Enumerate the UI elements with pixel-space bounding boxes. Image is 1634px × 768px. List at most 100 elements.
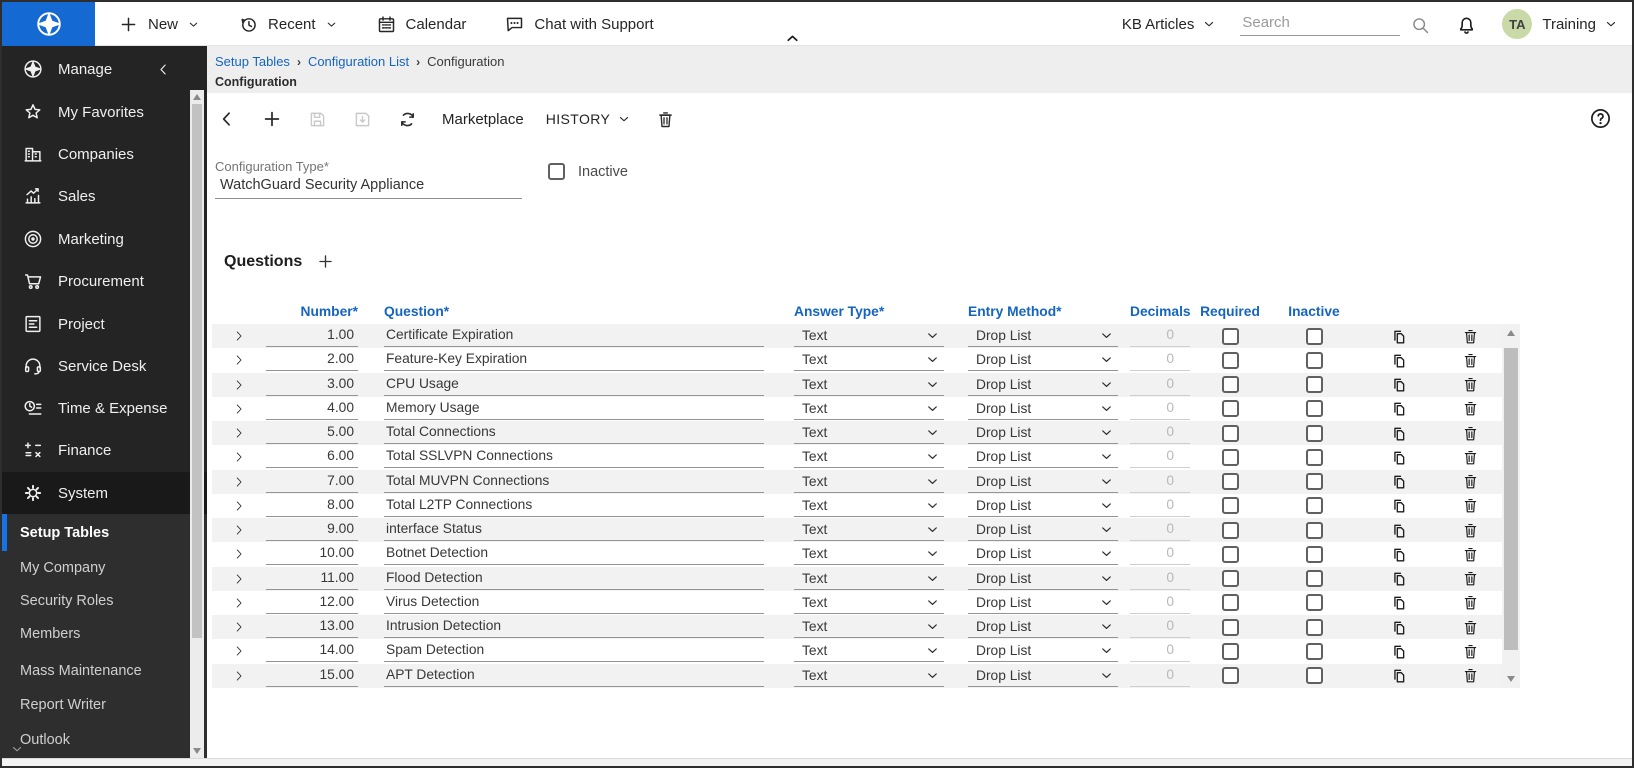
required-checkbox[interactable]	[1222, 400, 1239, 417]
inactive-checkbox[interactable]	[1306, 667, 1323, 684]
row-expander-icon[interactable]	[212, 664, 266, 688]
sidebar-subitem-outlook[interactable]: Outlook	[2, 723, 188, 757]
sidebar-item-sales[interactable]: Sales	[2, 175, 207, 217]
inactive-checkbox[interactable]	[548, 163, 565, 180]
entry-method-select[interactable]: Drop List	[968, 422, 1118, 444]
answer-type-select[interactable]: Text	[794, 640, 944, 662]
question-field[interactable]: Total SSLVPN Connections	[384, 446, 764, 468]
delete-row-button[interactable]	[1438, 567, 1502, 591]
question-field[interactable]: APT Detection	[384, 665, 764, 687]
delete-row-button[interactable]	[1438, 470, 1502, 494]
number-field[interactable]: 10.00	[266, 543, 358, 565]
question-field[interactable]: Virus Detection	[384, 592, 764, 614]
sidebar-item-companies[interactable]: Companies	[2, 133, 207, 175]
number-field[interactable]: 12.00	[266, 592, 358, 614]
copy-row-button[interactable]	[1358, 373, 1438, 397]
entry-method-select[interactable]: Drop List	[968, 568, 1118, 590]
inactive-checkbox[interactable]	[1306, 449, 1323, 466]
row-expander-icon[interactable]	[212, 615, 266, 639]
entry-method-select[interactable]: Drop List	[968, 349, 1118, 371]
required-checkbox[interactable]	[1222, 594, 1239, 611]
answer-type-select[interactable]: Text	[794, 519, 944, 541]
entry-method-select[interactable]: Drop List	[968, 495, 1118, 517]
copy-row-button[interactable]	[1358, 348, 1438, 372]
back-button[interactable]	[217, 109, 237, 129]
kb-articles-menu[interactable]: KB Articles	[1122, 16, 1217, 33]
delete-row-button[interactable]	[1438, 664, 1502, 688]
inactive-checkbox[interactable]	[1306, 594, 1323, 611]
answer-type-select[interactable]: Text	[794, 398, 944, 420]
inactive-checkbox[interactable]	[1306, 570, 1323, 587]
question-field[interactable]: Spam Detection	[384, 640, 764, 662]
sidebar-subitem-mass-maintenance[interactable]: Mass Maintenance	[2, 654, 188, 688]
delete-row-button[interactable]	[1438, 518, 1502, 542]
required-checkbox[interactable]	[1222, 352, 1239, 369]
entry-method-select[interactable]: Drop List	[968, 543, 1118, 565]
sidebar-subitem-report-writer[interactable]: Report Writer	[2, 688, 188, 722]
breadcrumb-link-setup-tables[interactable]: Setup Tables	[215, 54, 290, 69]
required-checkbox[interactable]	[1222, 570, 1239, 587]
answer-type-select[interactable]: Text	[794, 446, 944, 468]
sidebar-item-system[interactable]: System	[2, 472, 207, 514]
delete-row-button[interactable]	[1438, 591, 1502, 615]
row-expander-icon[interactable]	[212, 397, 266, 421]
sidebar-item-my-favorites[interactable]: My Favorites	[2, 91, 207, 133]
question-field[interactable]: Total L2TP Connections	[384, 495, 764, 517]
sidebar-subitem-my-company[interactable]: My Company	[2, 551, 188, 585]
row-expander-icon[interactable]	[212, 348, 266, 372]
entry-method-select[interactable]: Drop List	[968, 616, 1118, 638]
question-field[interactable]: interface Status	[384, 519, 764, 541]
sidebar-subitem-setup-tables[interactable]: Setup Tables	[2, 516, 188, 550]
scroll-down-arrow-icon[interactable]	[1507, 676, 1515, 682]
row-expander-icon[interactable]	[212, 567, 266, 591]
copy-row-button[interactable]	[1358, 615, 1438, 639]
entry-method-select[interactable]: Drop List	[968, 592, 1118, 614]
delete-row-button[interactable]	[1438, 421, 1502, 445]
inactive-checkbox[interactable]	[1306, 425, 1323, 442]
sidebar-item-service-desk[interactable]: Service Desk	[2, 345, 207, 387]
delete-row-button[interactable]	[1438, 397, 1502, 421]
row-expander-icon[interactable]	[212, 639, 266, 663]
row-expander-icon[interactable]	[212, 591, 266, 615]
topnav-calendar[interactable]: Calendar	[376, 14, 467, 35]
required-checkbox[interactable]	[1222, 376, 1239, 393]
refresh-button[interactable]	[397, 109, 418, 130]
copy-row-button[interactable]	[1358, 639, 1438, 663]
breadcrumb-link-configuration-list[interactable]: Configuration List	[308, 54, 409, 69]
search-icon[interactable]	[1410, 15, 1431, 36]
sidebar-subitem-members[interactable]: Members	[2, 617, 188, 651]
number-field[interactable]: 7.00	[266, 471, 358, 493]
number-field[interactable]: 4.00	[266, 398, 358, 420]
answer-type-select[interactable]: Text	[794, 495, 944, 517]
inactive-checkbox[interactable]	[1306, 352, 1323, 369]
notifications-bell-icon[interactable]	[1455, 13, 1478, 36]
scroll-up-arrow-icon[interactable]	[193, 94, 201, 100]
history-menu[interactable]: HISTORY	[546, 111, 632, 127]
table-scrollbar[interactable]	[1502, 324, 1520, 688]
inactive-checkbox[interactable]	[1306, 522, 1323, 539]
number-field[interactable]: 1.00	[266, 325, 358, 347]
sidebar-item-procurement[interactable]: Procurement	[2, 260, 207, 302]
delete-row-button[interactable]	[1438, 445, 1502, 469]
copy-row-button[interactable]	[1358, 445, 1438, 469]
help-button[interactable]	[1589, 107, 1612, 130]
entry-method-select[interactable]: Drop List	[968, 446, 1118, 468]
number-field[interactable]: 14.00	[266, 640, 358, 662]
number-field[interactable]: 6.00	[266, 446, 358, 468]
question-field[interactable]: Memory Usage	[384, 398, 764, 420]
number-field[interactable]: 5.00	[266, 422, 358, 444]
sidebar-scroll-more-icon[interactable]	[10, 742, 24, 756]
answer-type-select[interactable]: Text	[794, 665, 944, 687]
answer-type-select[interactable]: Text	[794, 543, 944, 565]
inactive-checkbox[interactable]	[1306, 376, 1323, 393]
required-checkbox[interactable]	[1222, 546, 1239, 563]
inactive-checkbox[interactable]	[1306, 328, 1323, 345]
collapse-sidebar-icon[interactable]	[156, 62, 171, 77]
delete-row-button[interactable]	[1438, 373, 1502, 397]
question-field[interactable]: Botnet Detection	[384, 543, 764, 565]
sidebar-subitem-security-roles[interactable]: Security Roles	[2, 584, 188, 618]
row-expander-icon[interactable]	[212, 542, 266, 566]
add-button[interactable]	[261, 108, 283, 130]
row-expander-icon[interactable]	[212, 518, 266, 542]
inactive-checkbox[interactable]	[1306, 643, 1323, 660]
